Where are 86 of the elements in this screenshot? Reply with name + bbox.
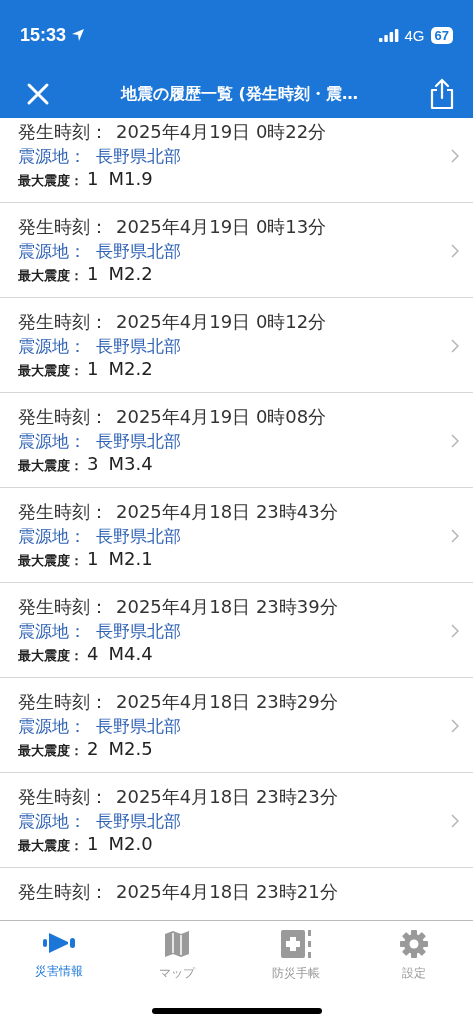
earthquake-row[interactable]: 発生時刻： 2025年4月18日 23時29分 震源地： 長野県北部 最大震度： 2 M2.5: [0, 678, 473, 773]
earthquake-row[interactable]: 発生時刻： 2025年4月18日 23時39分 震源地： 長野県北部 最大震度： 4 M4.4: [0, 583, 473, 678]
tab-bar-item[interactable]: 災害情報: [0, 929, 119, 982]
chevron-icon: [451, 434, 459, 448]
page-title: 地震の履歴一覧 (発生時刻・震…: [119, 83, 359, 105]
chevron-icon: [451, 149, 459, 163]
time-label: 発生時刻：: [18, 405, 108, 429]
time-label: 発生時刻：: [18, 690, 108, 714]
magnitude: M2.0: [108, 833, 153, 855]
max-intensity: 3: [87, 453, 99, 475]
epicenter-label: 震源地：: [18, 620, 86, 643]
epicenter: 長野県北部: [96, 145, 181, 168]
earthquake-row[interactable]: 発生時刻： 2025年4月18日 23時43分 震源地： 長野県北部 最大震度： 1 M2.1: [0, 488, 473, 583]
time-label: 発生時刻：: [18, 120, 108, 144]
location-arrow-icon: [71, 28, 86, 42]
occurrence-time: 2025年4月18日 23時29分: [116, 690, 338, 714]
earthquake-row[interactable]: 発生時刻： 2025年4月19日 0時22分 震源地： 長野県北部 最大震度： 1 M1.9: [0, 118, 473, 203]
magnitude: M1.9: [108, 168, 153, 190]
first-aid-book-icon: [279, 929, 312, 959]
intensity-label: 最大震度：: [18, 552, 83, 570]
epicenter-label: 震源地：: [18, 715, 86, 738]
epicenter: 長野県北部: [96, 810, 181, 833]
share-button[interactable]: [429, 78, 455, 110]
magnitude: M4.4: [108, 643, 153, 665]
time-label: 発生時刻：: [18, 595, 108, 619]
epicenter: 長野県北部: [96, 715, 181, 738]
occurrence-time: 2025年4月18日 23時39分: [116, 595, 338, 619]
max-intensity: 4: [87, 643, 99, 665]
magnitude: M2.2: [108, 263, 153, 285]
occurrence-time: 2025年4月19日 0時22分: [116, 120, 327, 144]
magnitude: M2.1: [108, 548, 153, 570]
chevron-icon: [451, 244, 459, 258]
intensity-label: 最大震度：: [18, 457, 83, 475]
epicenter: 長野県北部: [96, 430, 181, 453]
close-button[interactable]: [26, 82, 50, 106]
occurrence-time: 2025年4月19日 0時13分: [116, 215, 327, 239]
settings-icon: [398, 929, 429, 959]
intensity-label: 最大震度：: [18, 742, 83, 760]
max-intensity: 1: [87, 548, 99, 570]
earthquake-row[interactable]: 発生時刻： 2025年4月18日 23時21分: [0, 868, 473, 914]
epicenter-label: 震源地：: [18, 240, 86, 263]
occurrence-time: 2025年4月18日 23時43分: [116, 500, 338, 524]
epicenter: 長野県北部: [96, 240, 181, 263]
time-label: 発生時刻：: [18, 785, 108, 809]
intensity-label: 最大震度：: [18, 362, 83, 380]
magnitude: M3.4: [108, 453, 153, 475]
time-label: 発生時刻：: [18, 310, 108, 334]
epicenter: 長野県北部: [96, 620, 181, 643]
earthquake-row[interactable]: 発生時刻： 2025年4月19日 0時08分 震源地： 長野県北部 最大震度： 3 M3.4: [0, 393, 473, 488]
chevron-icon: [451, 719, 459, 733]
max-intensity: 1: [87, 168, 99, 190]
epicenter-label: 震源地：: [18, 430, 86, 453]
network-label: 4G: [404, 26, 425, 44]
max-intensity: 1: [87, 358, 99, 380]
max-intensity: 1: [87, 833, 99, 855]
time-label: 発生時刻：: [18, 500, 108, 524]
intensity-label: 最大震度：: [18, 837, 83, 855]
epicenter-label: 震源地：: [18, 810, 86, 833]
occurrence-time: 2025年4月19日 0時12分: [116, 310, 327, 334]
epicenter-label: 震源地：: [18, 525, 86, 548]
battery-level: 67: [430, 26, 453, 44]
intensity-label: 最大震度：: [18, 267, 83, 285]
earthquake-row[interactable]: 発生時刻： 2025年4月19日 0時12分 震源地： 長野県北部 最大震度： 1 M2.2: [0, 298, 473, 393]
signal-icon: [378, 28, 399, 42]
epicenter: 長野県北部: [96, 335, 181, 358]
chevron-icon: [451, 339, 459, 353]
chevron-icon: [451, 529, 459, 543]
chevron-icon: [451, 814, 459, 828]
magnitude: M2.5: [108, 738, 153, 760]
time-label: 発生時刻：: [18, 215, 108, 239]
status-time: 15:33: [20, 24, 67, 46]
earthquake-row[interactable]: 発生時刻： 2025年4月19日 0時13分 震源地： 長野県北部 最大震度： 1 M2.2: [0, 203, 473, 298]
occurrence-time: 2025年4月18日 23時23分: [116, 785, 338, 809]
occurrence-time: 2025年4月19日 0時08分: [116, 405, 327, 429]
time-label: 発生時刻：: [18, 880, 108, 904]
max-intensity: 2: [87, 738, 99, 760]
epicenter-label: 震源地：: [18, 335, 86, 358]
intensity-label: 最大震度：: [18, 172, 83, 190]
epicenter-label: 震源地：: [18, 145, 86, 168]
earthquake-row[interactable]: 発生時刻： 2025年4月18日 23時23分 震源地： 長野県北部 最大震度： 1 M2.0: [0, 773, 473, 868]
epicenter: 長野県北部: [96, 525, 181, 548]
intensity-label: 最大震度：: [18, 647, 83, 665]
magnitude: M2.2: [108, 358, 153, 380]
occurrence-time: 2025年4月18日 23時21分: [116, 880, 338, 904]
chevron-icon: [451, 624, 459, 638]
max-intensity: 1: [87, 263, 99, 285]
